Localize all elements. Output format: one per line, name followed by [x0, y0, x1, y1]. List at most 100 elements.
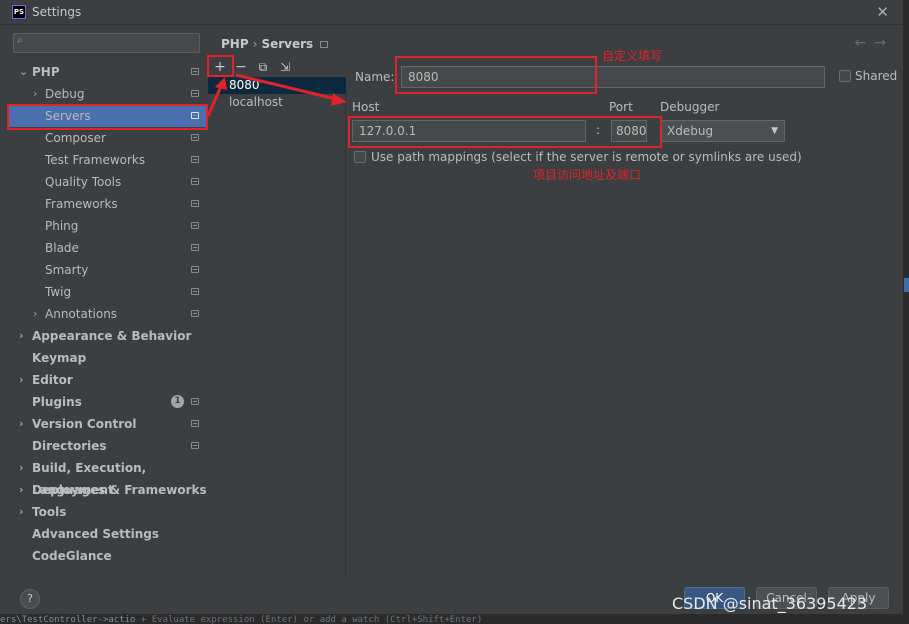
tree-item-label: Annotations — [45, 307, 118, 321]
project-settings-icon — [191, 442, 199, 449]
project-settings-icon — [191, 420, 199, 427]
tree-item-label: Smarty — [45, 263, 89, 277]
chevron-right-icon[interactable]: › — [33, 83, 37, 105]
chevron-right-icon[interactable]: › — [19, 501, 24, 523]
tree-item-plugins[interactable]: Plugins 1 — [7, 391, 207, 413]
evaluate-hint: Evaluate expression (Enter) or add a wat… — [151, 615, 483, 624]
tree-item-phing[interactable]: Phing — [7, 215, 207, 237]
add-watch-icon: + — [140, 615, 147, 624]
tree-item-label: Blade — [45, 241, 79, 255]
background-editor-marker — [904, 278, 909, 292]
title-bar: PS Settings ✕ — [0, 0, 909, 25]
tree-item-label: Appearance & Behavior — [32, 329, 192, 343]
copy-server-button[interactable]: ⧉ — [256, 59, 270, 75]
tree-item-label: Keymap — [32, 351, 87, 365]
tree-item-label: Debug — [45, 87, 85, 101]
shared-label: Shared — [855, 69, 898, 83]
tree-item-keymap[interactable]: Keymap — [7, 347, 207, 369]
tree-item-smarty[interactable]: Smarty — [7, 259, 207, 281]
tree-item-blade[interactable]: Blade — [7, 237, 207, 259]
tree-item-label: Test Frameworks — [45, 153, 146, 167]
path-mappings-checkbox[interactable] — [354, 151, 366, 163]
tree-item-advanced-settings[interactable]: Advanced Settings — [7, 523, 207, 545]
chevron-right-icon[interactable]: › — [19, 479, 24, 501]
watermark: CSDN @sinat_36395423 — [672, 594, 868, 613]
chevron-right-icon[interactable]: › — [19, 413, 24, 435]
debugger-select[interactable]: Xdebug ▼ — [660, 120, 785, 142]
tree-item-label: Quality Tools — [45, 175, 122, 189]
settings-content: PHP › Servers ←→ + − ⧉ ⇲ 8080 localhost Na… — [208, 25, 904, 576]
help-button[interactable]: ? — [20, 589, 40, 609]
path-mappings-label: Use path mappings (select if the server … — [371, 150, 802, 164]
tree-item-editor[interactable]: › Editor — [7, 369, 207, 391]
tree-item-quality-tools[interactable]: Quality Tools — [7, 171, 207, 193]
tree-item-php[interactable]: ⌄ PHP — [7, 61, 207, 83]
search-input[interactable]: ⌕ — [13, 33, 200, 53]
chevron-down-icon: ▼ — [771, 126, 778, 136]
shared-checkbox[interactable] — [839, 70, 851, 82]
chevron-down-icon[interactable]: ⌄ — [19, 61, 28, 83]
annotation-box-servers — [7, 104, 208, 130]
tree-item-label: Frameworks — [45, 197, 118, 211]
server-item-localhost[interactable]: localhost — [208, 94, 346, 111]
project-settings-icon — [191, 288, 199, 295]
tree-item-test-frameworks[interactable]: Test Frameworks — [7, 149, 207, 171]
tree-item-label: CodeGlance — [32, 549, 112, 563]
project-settings-icon — [191, 90, 199, 97]
chevron-right-icon[interactable]: › — [19, 325, 24, 347]
forward-arrow-icon[interactable]: → — [874, 35, 894, 51]
tree-item-label: PHP — [32, 65, 60, 79]
server-list: 8080 localhost — [208, 77, 346, 576]
project-settings-icon — [191, 200, 199, 207]
tree-item-appearance-behavior[interactable]: › Appearance & Behavior — [7, 325, 207, 347]
window-title: Settings — [32, 5, 82, 19]
tree-item-label: Phing — [45, 219, 79, 233]
frame-text: ers\TestController->actio — [0, 615, 136, 624]
project-settings-icon — [191, 398, 199, 405]
chevron-right-icon[interactable]: › — [19, 369, 24, 391]
debugger-select-value: Xdebug — [667, 124, 714, 138]
search-icon: ⌕ — [17, 35, 23, 46]
tree-item-label: Directories — [32, 439, 107, 453]
tree-item-annotations[interactable]: › Annotations — [7, 303, 207, 325]
project-settings-icon — [191, 244, 199, 251]
annotation-box-host-port — [348, 116, 662, 148]
back-arrow-icon[interactable]: ← — [855, 35, 875, 51]
tree-item-label: Tools — [32, 505, 67, 519]
annotation-text-address: 项目访问地址及端口 — [533, 168, 642, 182]
tree-item-label: Version Control — [32, 417, 137, 431]
tree-item-label: Twig — [45, 285, 72, 299]
plugins-update-badge: 1 — [171, 395, 184, 408]
tree-item-debug[interactable]: › Debug — [7, 83, 207, 105]
chevron-right-icon[interactable]: › — [19, 457, 24, 479]
debug-status-line: ers\TestController->actio + Evaluate exp… — [0, 614, 909, 624]
project-settings-icon — [191, 222, 199, 229]
breadcrumb-leaf: Servers — [261, 37, 314, 51]
remove-server-button[interactable]: − — [234, 59, 248, 75]
tree-item-frameworks[interactable]: Frameworks — [7, 193, 207, 215]
tree-item-version-control[interactable]: › Version Control — [7, 413, 207, 435]
tree-item-twig[interactable]: Twig — [7, 281, 207, 303]
server-item-8080[interactable]: 8080 — [208, 77, 346, 94]
chevron-right-icon[interactable]: › — [33, 303, 37, 325]
project-settings-icon — [191, 310, 199, 317]
tree-item-build-execution-deployment[interactable]: › Build, Execution, Deployment — [7, 457, 207, 497]
debugger-label: Debugger — [660, 100, 720, 114]
port-label: Port — [609, 100, 633, 114]
tree-item-label: Composer — [45, 131, 106, 145]
tree-item-composer[interactable]: Composer — [7, 127, 207, 149]
history-nav: ←→ — [855, 35, 894, 51]
name-label: Name: — [355, 70, 395, 84]
tree-item-languages-frameworks[interactable]: › Languages & Frameworks — [7, 479, 207, 501]
phpstorm-app-icon: PS — [12, 5, 26, 19]
annotation-box-name — [395, 56, 597, 94]
tree-item-directories[interactable]: Directories — [7, 435, 207, 457]
tree-item-tools[interactable]: › Tools — [7, 501, 207, 523]
background-editor-edge — [903, 0, 909, 624]
close-icon[interactable]: ✕ — [876, 3, 889, 21]
tree-item-codeglance[interactable]: CodeGlance — [7, 545, 207, 567]
settings-dialog: PS Settings ✕ ⌕ ⌄ PHP › Debug Servers Co… — [0, 0, 909, 624]
project-settings-icon — [191, 134, 199, 141]
tree-item-label: Languages & Frameworks — [32, 483, 207, 497]
import-server-button[interactable]: ⇲ — [278, 59, 292, 75]
